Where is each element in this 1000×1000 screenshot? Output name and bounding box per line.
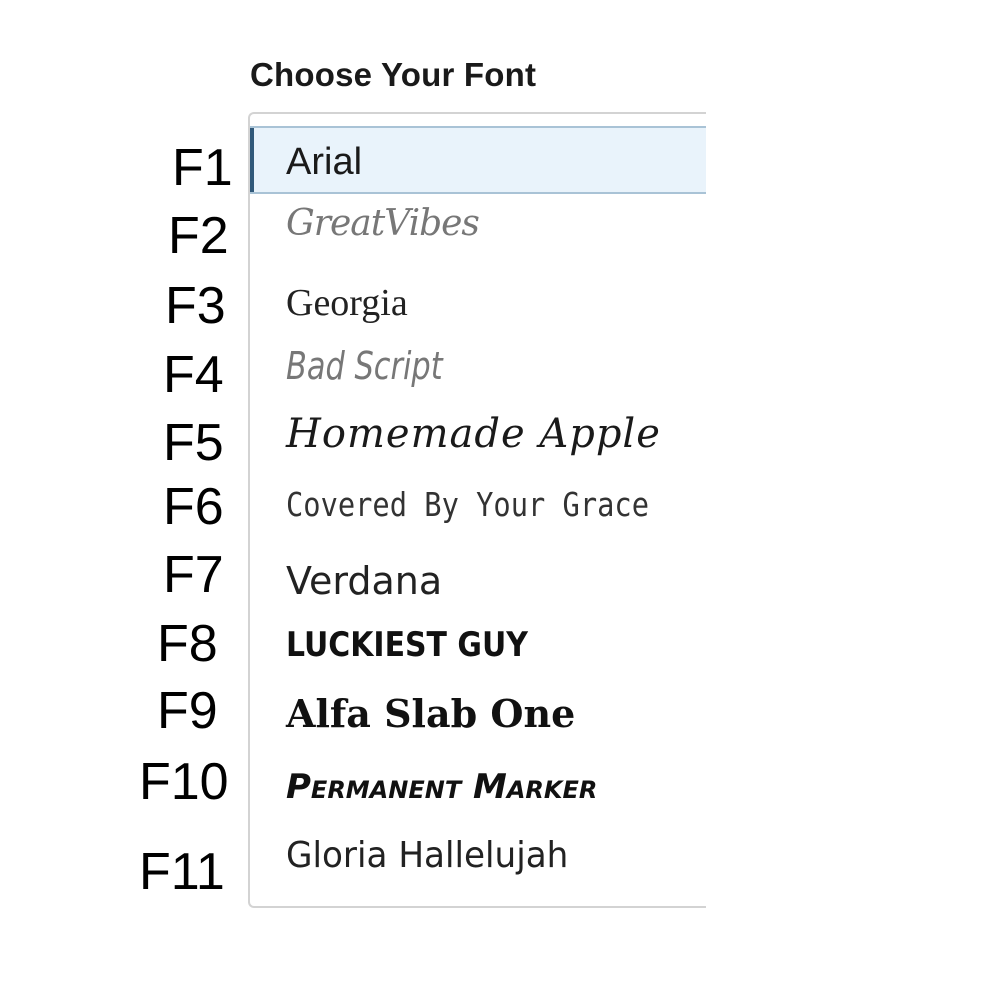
font-number-label: F2 <box>168 207 229 265</box>
font-option-alfa-slab-one[interactable]: Alfa Slab One <box>286 695 575 733</box>
font-option-georgia[interactable]: Georgia <box>286 284 408 322</box>
page-title: Choose Your Font <box>250 56 537 93</box>
font-number-label: F8 <box>157 615 218 673</box>
font-number-label: F1 <box>172 139 233 197</box>
font-number-label: F7 <box>163 546 224 604</box>
font-option-covered-by-your-grace[interactable]: Covered By Your Grace <box>286 488 649 521</box>
font-number-label: F4 <box>163 346 224 404</box>
font-number-label: F10 <box>139 753 229 811</box>
font-option-arial[interactable]: Arial <box>286 143 362 181</box>
font-option-homemade-apple[interactable]: Homemade Apple <box>286 414 661 454</box>
font-number-label: F5 <box>163 414 224 472</box>
font-number-label: F3 <box>165 277 226 335</box>
selection-accent-bar <box>250 128 254 192</box>
font-number-label: F11 <box>139 843 225 901</box>
font-option-bad-script[interactable]: Bad Script <box>286 347 443 385</box>
font-option-verdana[interactable]: Verdana <box>286 562 442 600</box>
font-number-label: F9 <box>157 682 218 740</box>
font-option-permanent-marker[interactable]: Permanent Marker <box>286 770 597 804</box>
font-option-gloria-hallelujah[interactable]: Gloria Hallelujah <box>286 838 568 874</box>
font-option-great-vibes[interactable]: GreatVibes <box>286 206 480 242</box>
font-number-label: F6 <box>163 478 224 536</box>
font-option-luckiest-guy[interactable]: LUCKIEST GUY <box>286 628 528 662</box>
